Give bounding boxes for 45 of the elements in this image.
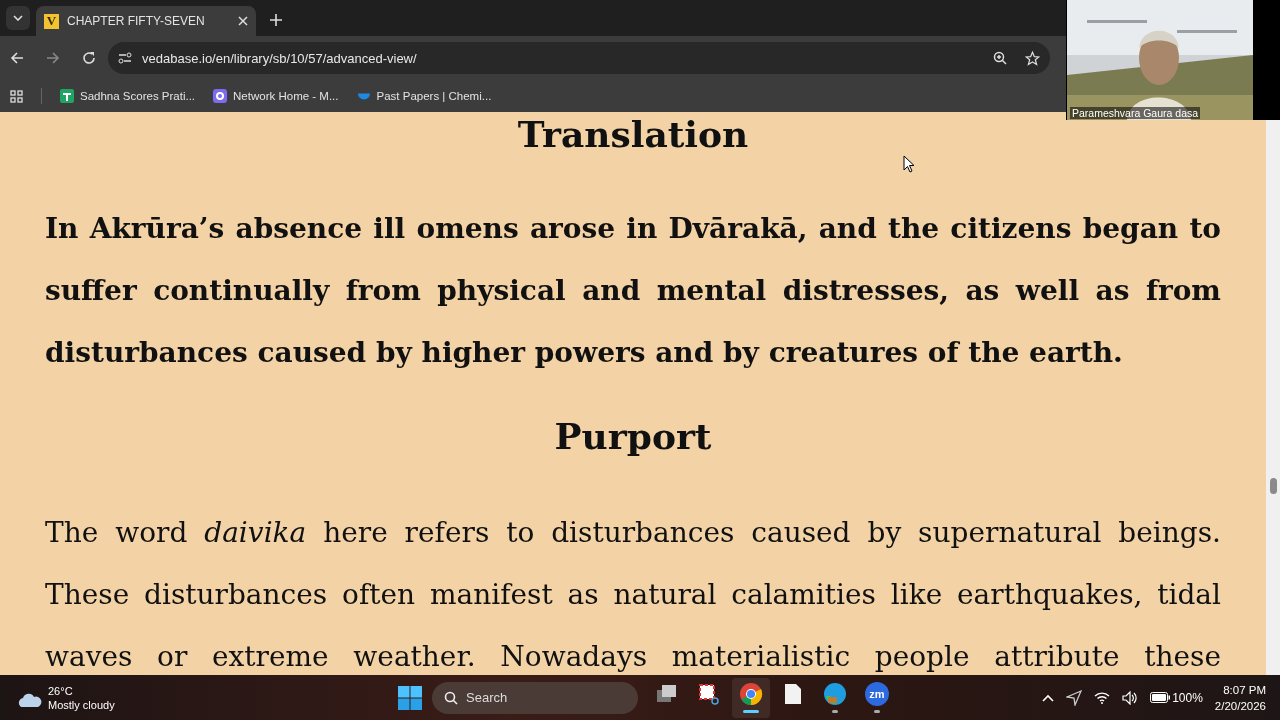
bookmark-link[interactable]: Sadhna Scores Prati...: [80, 90, 196, 102]
apps-icon[interactable]: [10, 89, 23, 103]
battery-percentage: 100%: [1172, 690, 1203, 705]
zoom-in-icon[interactable]: [993, 51, 1007, 65]
section-heading: Purport: [554, 414, 712, 458]
taskbar-app[interactable]: zm: [858, 677, 896, 718]
zoom-icon: zm: [865, 682, 889, 706]
chevron-up-icon[interactable]: [1042, 693, 1055, 702]
taskbar-app[interactable]: [732, 677, 770, 718]
close-icon[interactable]: [238, 16, 248, 26]
volume-icon[interactable]: [1122, 690, 1139, 705]
temperature-text: 26°C: [48, 683, 74, 698]
weather-condition: Mostly cloudy: [48, 697, 115, 712]
bookmark-link[interactable]: Past Papers | Chemi...: [376, 90, 492, 102]
purport-paragraph: The word daivika here refers to disturbances caused by supernatural beings. These disturbances often manifest as natural calamities like earthquakes, tidal waves or extreme weather. Nowadays materialistic people attribute these: [45, 515, 1221, 675]
search-icon: [444, 690, 458, 705]
location-arrow-icon[interactable]: [1066, 689, 1083, 706]
participant-name: Parameshvara Gaura dasa: [1070, 107, 1201, 119]
url-text: vedabase.io/en/library/sb/10/57/advanced-view/: [142, 50, 418, 66]
address-bar[interactable]: vedabase.io/en/library/sb/10/57/advanced-view/: [108, 42, 1050, 74]
task-view-icon: [656, 684, 678, 704]
battery-icon[interactable]: [1150, 692, 1171, 703]
snipping-icon: [698, 683, 720, 705]
chevron-down-icon: [13, 15, 23, 21]
sheet-icon: [60, 89, 74, 103]
site-settings-icon[interactable]: [118, 52, 132, 64]
taskbar-search[interactable]: Search: [432, 681, 638, 714]
windows-logo-icon[interactable]: [396, 683, 424, 712]
translation-paragraph: In Akrūra’s absence ill omens arose in Dvārakā, and the citizens began to suffer continually from physical and mental distresses, as well as from disturbances caused by higher powers and by creatures of the earth.: [45, 211, 1221, 371]
cursor-icon: [903, 155, 915, 173]
document-icon: [784, 683, 802, 705]
new-tab-icon[interactable]: [270, 14, 282, 26]
clock[interactable]: 8:07 PM 2/20/2026: [1214, 681, 1266, 714]
tab-search-button[interactable]: [6, 6, 30, 30]
back-icon[interactable]: [10, 51, 24, 65]
bookmark-link[interactable]: Network Home - M...: [233, 90, 339, 102]
scrollbar[interactable]: [1266, 120, 1280, 675]
browser-icon: [739, 682, 763, 706]
star-icon[interactable]: [1025, 50, 1040, 66]
network-icon: [213, 89, 228, 103]
browser-tab[interactable]: V CHAPTER FIFTY-SEVEN: [36, 6, 256, 36]
wifi-icon[interactable]: [1094, 691, 1111, 704]
forward-icon[interactable]: [46, 51, 60, 65]
reload-icon[interactable]: [82, 51, 96, 65]
section-heading: Translation: [517, 112, 749, 156]
